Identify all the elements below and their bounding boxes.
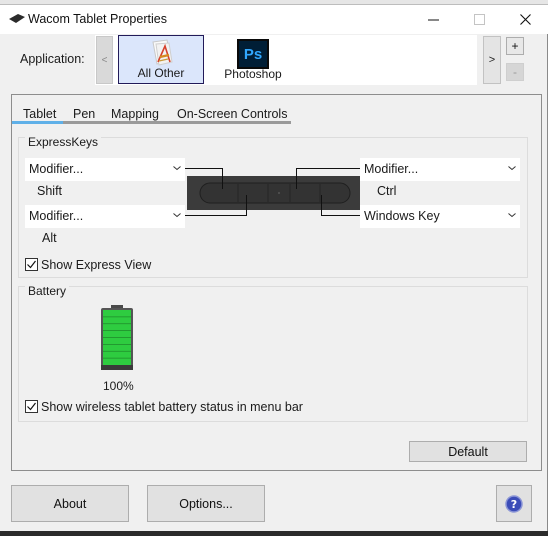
expresskey-1-dropdown[interactable]: Modifier... [25, 158, 185, 181]
options-button[interactable]: Options... [147, 485, 265, 522]
expresskey-2-assignment: Alt [42, 231, 57, 245]
window-title: Wacom Tablet Properties [28, 12, 167, 26]
photoshop-icon: Ps [237, 39, 269, 69]
tab-tablet[interactable]: Tablet [23, 106, 56, 127]
tab-on-screen-controls[interactable]: On-Screen Controls [177, 106, 287, 127]
chevron-down-icon [173, 166, 181, 171]
leader-line-key-4 [321, 215, 360, 216]
help-button[interactable]: ? [496, 485, 532, 522]
leader-line-key-3 [296, 168, 360, 169]
app-scroll-right-button[interactable]: > [483, 36, 501, 84]
background-taskbar-strip [0, 531, 548, 536]
default-button[interactable]: Default [409, 441, 527, 462]
title-bar: Wacom Tablet Properties [0, 5, 548, 34]
checkmark-icon [27, 402, 36, 411]
tablet-app-icon [9, 14, 25, 23]
remove-application-button[interactable]: - [506, 63, 524, 81]
dropdown-value: Modifier... [29, 209, 84, 223]
expresskey-3-dropdown[interactable]: Modifier... [360, 158, 520, 181]
checkmark-icon [27, 260, 36, 269]
chevron-down-icon [508, 166, 516, 171]
leader-line-key-4 [321, 195, 322, 216]
minimize-icon [427, 19, 439, 20]
app-name: All Other [137, 66, 185, 80]
leader-line-key-1 [185, 168, 223, 169]
expresskey-3-assignment: Ctrl [377, 184, 397, 198]
maximize-icon [473, 14, 485, 25]
expresskey-2-dropdown[interactable]: Modifier... [25, 205, 185, 228]
show-express-view-checkbox[interactable] [25, 258, 38, 271]
app-tile-all-other[interactable]: All Other [118, 35, 204, 84]
battery-title: Battery [25, 284, 70, 298]
expresskey-4-dropdown[interactable]: Windows Key [360, 205, 520, 228]
battery-level-text: 100% [103, 379, 134, 393]
expresskey-1-assignment: Shift [37, 184, 63, 198]
app-name: Photoshop [224, 67, 282, 81]
leader-line-key-3 [296, 168, 297, 189]
leader-line-key-2 [185, 215, 247, 216]
chevron-down-icon [508, 213, 516, 218]
about-button[interactable]: About [11, 485, 129, 522]
close-button[interactable] [502, 5, 548, 34]
show-battery-status-checkbox[interactable] [25, 400, 38, 413]
photoshop-icon-text: Ps [243, 45, 263, 63]
dropdown-value: Modifier... [364, 162, 419, 176]
tab-mapping[interactable]: Mapping [111, 106, 159, 127]
leader-line-key-1 [222, 168, 223, 189]
tablet-expresskeys-image [187, 176, 360, 210]
help-icon: ? [505, 494, 523, 513]
tab-pen[interactable]: Pen [73, 106, 95, 127]
battery-fill-level [103, 310, 131, 365]
chevron-down-icon [173, 213, 181, 218]
expresskeys-title: ExpressKeys [25, 135, 102, 149]
minimize-button[interactable] [410, 5, 456, 34]
add-application-button[interactable]: + [506, 37, 524, 55]
maximize-button[interactable] [456, 5, 502, 34]
leader-line-key-2 [246, 195, 247, 216]
svg-text:?: ? [511, 498, 517, 511]
dropdown-value: Windows Key [364, 209, 440, 223]
show-express-view-label: Show Express View [41, 258, 152, 272]
app-tile-photoshop[interactable]: Ps Photoshop [210, 35, 296, 84]
app-scroll-left-button[interactable]: < [96, 36, 113, 84]
all-other-icon [152, 39, 173, 66]
show-battery-status-label: Show wireless tablet battery status in m… [41, 400, 303, 414]
application-label: Application: [20, 52, 85, 66]
dropdown-value: Modifier... [29, 162, 84, 176]
battery-icon [101, 305, 133, 370]
close-icon [519, 14, 531, 25]
